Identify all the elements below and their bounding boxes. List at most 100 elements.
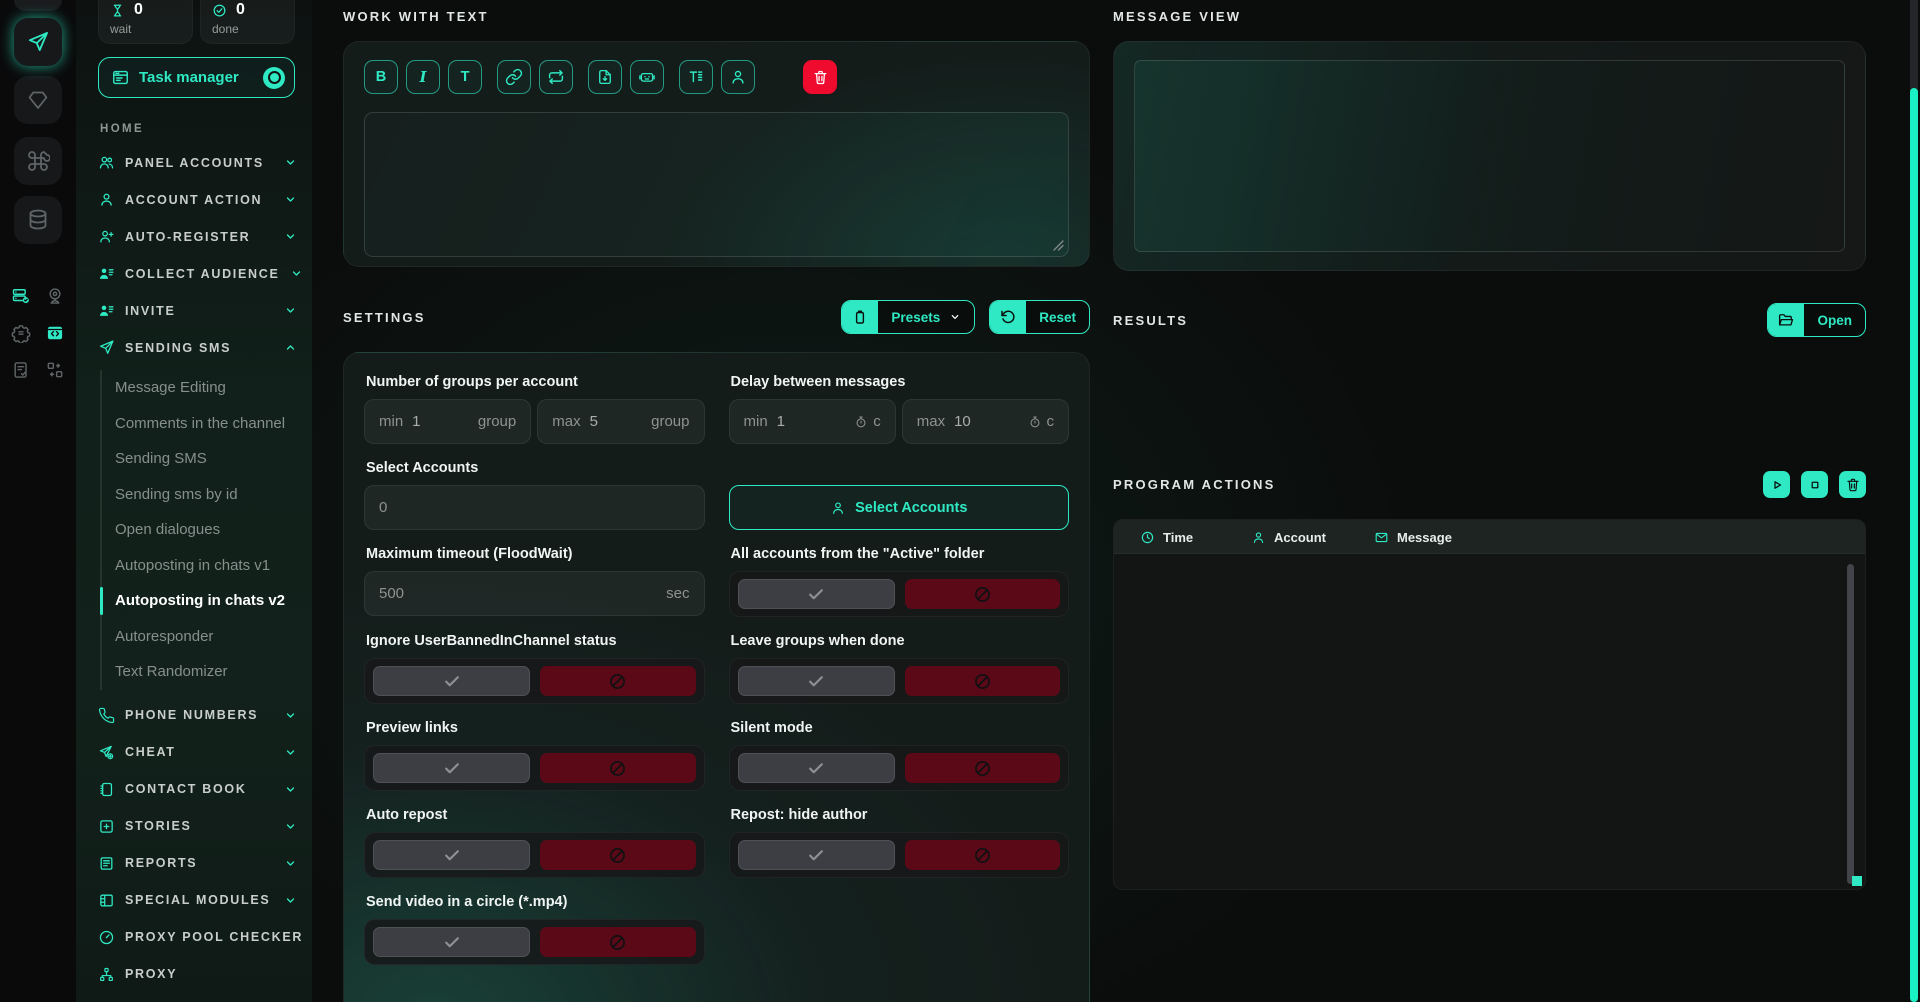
reset-button[interactable]: Reset [989,300,1090,334]
sidebar-item-phone-numbers[interactable]: PHONE NUMBERS [98,697,312,734]
setting-label: Auto repost [366,807,703,823]
chevron-down-icon [949,311,961,323]
italic-button[interactable]: I [406,60,440,94]
sidebar-subitem-open-dialogues[interactable]: Open dialogues [115,512,312,548]
on-off-toggle [364,919,705,965]
toggle-on-option[interactable] [373,840,530,870]
sidebar-subitem-message-editing[interactable]: Message Editing [115,370,312,406]
sending-sms-submenu: Message EditingComments in the channelSe… [100,370,312,690]
rail-item-sender[interactable] [14,18,62,66]
sidebar-item-stories[interactable]: STORIES [98,808,312,845]
toggle-off-option[interactable] [540,840,695,870]
delete-text-button[interactable] [803,60,837,94]
sidebar-item-invite[interactable]: INVITE [98,292,312,329]
doc-check-icon[interactable] [11,360,31,380]
stop-button[interactable] [1801,471,1828,498]
block-icon [608,933,627,952]
toggle-on-option[interactable] [373,927,530,957]
chevron-up-icon [284,341,297,354]
flood-wait-input[interactable]: 500 sec [364,571,705,616]
presets-button[interactable]: Presets [841,300,975,334]
wait-counter: 0 wait [98,0,193,44]
rail-item-database[interactable] [14,196,62,244]
chevron-down-icon [284,709,297,722]
check-icon [806,671,826,691]
page-scrollbar-thumb[interactable] [1910,88,1918,1002]
sidebar-item-contact-book[interactable]: CONTACT BOOK [98,771,312,808]
toggle-on-option[interactable] [738,666,895,696]
groups-max-input[interactable]: max 5 group [537,399,704,444]
delay-max-input[interactable]: max 10 c [902,399,1069,444]
rail-item-hidden-top[interactable] [14,0,62,11]
bold-button[interactable]: B [364,60,398,94]
column-label: Time [1163,530,1193,545]
toggle-off-option[interactable] [540,927,695,957]
play-button[interactable] [1763,471,1790,498]
rail-item-commands[interactable] [14,137,62,185]
sidebar-item-proxy[interactable]: PROXY [98,956,312,993]
delay-min-input[interactable]: min 1 c [729,399,896,444]
sidebar-subitem-autoposting-in-chats-v1[interactable]: Autoposting in chats v1 [115,548,312,584]
gear-icon[interactable] [11,323,31,343]
toggle-on-option[interactable] [738,840,895,870]
robot-button[interactable] [630,60,664,94]
accounts-count-input[interactable]: 0 [364,485,705,530]
sidebar-item-panel-accounts[interactable]: PANEL ACCOUNTS [98,144,312,181]
sidebar-item-reports[interactable]: REPORTS [98,845,312,882]
sidebar-subitem-autoposting-in-chats-v2[interactable]: Autoposting in chats v2 [115,583,312,619]
page-scrollbar-track[interactable] [1910,0,1918,1002]
toggle-on-option[interactable] [738,579,895,609]
webcam-icon[interactable] [45,286,65,306]
rail-item-premium[interactable] [14,76,62,124]
user-button[interactable] [721,60,755,94]
sidebar-item-collect-audience[interactable]: COLLECT AUDIENCE [98,255,312,292]
toggle-off-option[interactable] [905,840,1060,870]
sidebar-item-account-action[interactable]: ACCOUNT ACTION [98,181,312,218]
swap-icon[interactable] [45,360,65,380]
sidebar-item-special-modules[interactable]: SPECIAL MODULES [98,882,312,919]
sidebar-item-label: PROXY [125,967,297,981]
sidebar-subitem-autoresponder[interactable]: Autoresponder [115,619,312,655]
sidebar-item-cheat[interactable]: CHEAT [98,734,312,771]
clock-icon [1140,530,1155,545]
server-check-icon[interactable] [11,286,31,306]
code-window-icon[interactable] [45,323,65,343]
sidebar-item-sending-sms[interactable]: SENDING SMS [98,329,312,366]
task-manager-button[interactable]: Task manager [98,57,295,98]
table-header: TimeAccountMessage [1114,520,1865,554]
table-resize-handle[interactable] [1852,876,1862,886]
toggle-on-option[interactable] [373,666,530,696]
toggle-on-option[interactable] [738,753,895,783]
sidebar-item-auto-register[interactable]: AUTO-REGISTER [98,218,312,255]
message-textarea[interactable] [364,112,1069,257]
toggle-off-option[interactable] [905,666,1060,696]
sidebar-subitem-sending-sms[interactable]: Sending SMS [115,441,312,477]
table-scrollbar[interactable] [1847,564,1854,884]
text-button[interactable]: T [448,60,482,94]
toggle-off-option[interactable] [540,753,695,783]
file-add-button[interactable] [588,60,622,94]
clear-log-button[interactable] [1839,471,1866,498]
open-results-button[interactable]: Open [1767,303,1866,337]
sidebar-subitem-comments-in-the-channel[interactable]: Comments in the channel [115,406,312,442]
toggle-off-option[interactable] [540,666,695,696]
sidebar-item-proxy-pool-checker[interactable]: PROXY POOL CHECKER [98,919,312,956]
text-format-button[interactable] [679,60,713,94]
sidebar-item-label: AUTO-REGISTER [125,230,274,244]
toggle-off-option[interactable] [905,579,1060,609]
setting-label: Leave groups when done [731,633,1068,649]
repeat-button[interactable] [539,60,573,94]
resize-handle-icon[interactable] [1053,240,1064,251]
sidebar-subitem-sending-sms-by-id[interactable]: Sending sms by id [115,477,312,513]
sidebar-item-label: PANEL ACCOUNTS [125,156,274,170]
toggle-off-option[interactable] [905,753,1060,783]
select-accounts-button[interactable]: Select Accounts [729,485,1070,530]
link-button[interactable] [497,60,531,94]
groups-min-input[interactable]: min 1 group [364,399,531,444]
chevron-down-icon [284,746,297,759]
toggle-on-option[interactable] [373,753,530,783]
sidebar-menu: PANEL ACCOUNTS ACCOUNT ACTION AUTO-REGISTE… [98,144,312,993]
sidebar-subitem-text-randomizer[interactable]: Text Randomizer [115,654,312,690]
plane-icon [98,339,115,356]
play-icon [1769,477,1785,493]
